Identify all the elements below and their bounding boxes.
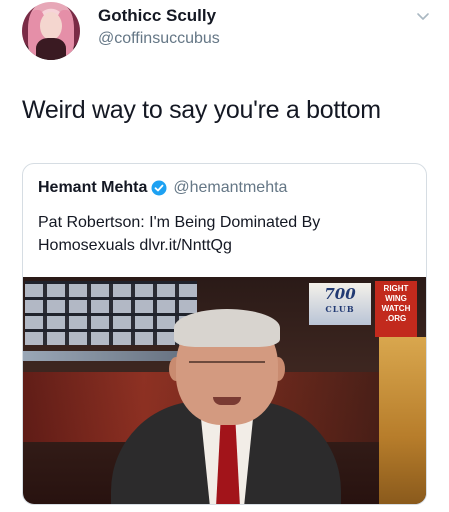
author-handle[interactable]: @coffinsuccubus [98, 30, 220, 48]
avatar-face [40, 12, 62, 40]
quoted-author-handle[interactable]: @hemantmehta [173, 179, 287, 197]
logo-700-sub-text: CLUB [325, 304, 355, 314]
person-glasses [189, 361, 265, 377]
chevron-down-icon[interactable] [415, 8, 431, 24]
quoted-tweet-card[interactable]: Hemant Mehta @hemantmehta Pat Robertson:… [22, 163, 427, 505]
person-hair [174, 309, 280, 347]
avatar[interactable] [22, 2, 80, 60]
author-display-name[interactable]: Gothicc Scully [98, 6, 216, 26]
quoted-author-display-name[interactable]: Hemant Mehta [38, 179, 147, 197]
watermark-line-2: WING [385, 294, 407, 303]
avatar-body [36, 38, 66, 60]
quoted-tweet-text: Pat Robertson: I'm Being Dominated By Ho… [38, 214, 321, 254]
quoted-tweet-media[interactable]: 700 CLUB RIGHT WING WATCH .ORG [23, 277, 426, 504]
person-mouth [213, 397, 241, 405]
media-person [101, 309, 351, 504]
tweet-text: Weird way to say you're a bottom [22, 96, 381, 124]
logo-700-text: 700 [324, 285, 356, 303]
watermark-line-4: .ORG [385, 314, 407, 323]
quoted-tweet-header: Hemant Mehta @hemantmehta [38, 178, 287, 198]
tweet: Gothicc Scully @coffinsuccubus Weird way… [0, 0, 449, 512]
verified-badge-icon [151, 180, 167, 196]
watermark-line-3: WATCH [381, 304, 411, 313]
media-watermark: RIGHT WING WATCH .ORG [375, 281, 417, 337]
watermark-line-1: RIGHT [383, 284, 409, 293]
media-background-panel [379, 337, 426, 504]
